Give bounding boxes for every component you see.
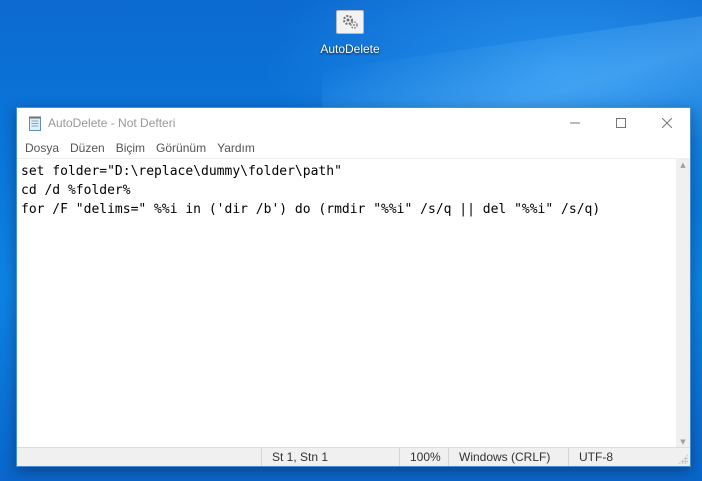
editor-line-3: for /F "delims=" %%i in ('dir /b') do (r… [21, 202, 601, 217]
menu-gorunum[interactable]: Görünüm [151, 141, 212, 155]
vertical-scrollbar[interactable]: ▲ ▼ [676, 158, 690, 449]
menu-duzen[interactable]: Düzen [65, 141, 111, 155]
minimize-icon [570, 122, 580, 124]
status-bar: St 1, Stn 1 100% Windows (CRLF) UTF-8 [17, 447, 690, 466]
menu-yardim[interactable]: Yardım [212, 141, 261, 155]
menu-dosya[interactable]: Dosya [20, 141, 65, 155]
status-zoom: 100% [399, 448, 449, 466]
menu-bar: Dosya Düzen Biçim Görünüm Yardım [17, 138, 690, 158]
status-encoding: UTF-8 [568, 448, 690, 466]
notepad-window: AutoDelete - Not Defteri Dosya Düzen Biç… [16, 107, 691, 467]
desktop-shortcut-label: AutoDelete [320, 42, 380, 56]
minimize-button[interactable] [552, 108, 598, 138]
window-title: AutoDelete - Not Defteri [48, 116, 176, 130]
editor-line-2: cd /d %folder% [21, 183, 131, 198]
window-controls [552, 108, 690, 138]
scroll-up-arrow-icon[interactable]: ▲ [676, 158, 690, 172]
close-button[interactable] [644, 108, 690, 138]
status-cursor-position: St 1, Stn 1 [261, 448, 396, 466]
text-editor[interactable]: set folder="D:\replace\dummy\folder\path… [17, 158, 677, 449]
close-icon [662, 118, 672, 128]
menu-bicim[interactable]: Biçim [111, 141, 151, 155]
editor-line-1: set folder="D:\replace\dummy\folder\path… [21, 164, 342, 179]
maximize-icon [616, 118, 626, 128]
gear-file-icon [336, 10, 364, 34]
status-line-endings: Windows (CRLF) [448, 448, 568, 466]
desktop-shortcut-autodelete[interactable]: AutoDelete [314, 10, 386, 66]
maximize-button[interactable] [598, 108, 644, 138]
title-bar[interactable]: AutoDelete - Not Defteri [17, 108, 690, 138]
notepad-icon [27, 115, 43, 131]
